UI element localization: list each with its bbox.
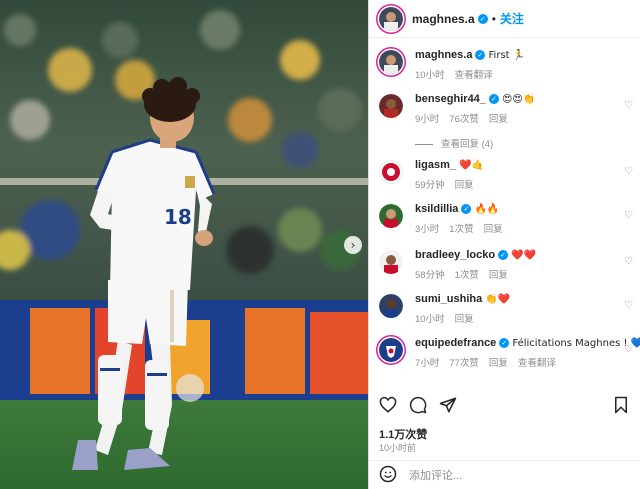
like-heart-icon[interactable] [379, 396, 397, 414]
separator-dot: • [491, 11, 496, 26]
comment-username[interactable]: bradleey_locko [415, 249, 495, 261]
comment-bubble-icon[interactable] [409, 396, 427, 414]
comment-row: ksildillia ✓ 🔥🔥 3小时 1次赞 回复 ♡ [379, 202, 633, 235]
comment-time: 59分钟 [415, 180, 445, 191]
comment-time: 10小时 [415, 314, 445, 325]
save-bookmark-icon[interactable] [612, 396, 630, 417]
avatar[interactable] [379, 294, 403, 318]
reply-button[interactable]: 回复 [489, 270, 508, 281]
comment-time: 58分钟 [415, 270, 445, 281]
reply-button[interactable]: 回复 [455, 314, 474, 325]
post-side-panel: maghnes.a ✓ • 关注 maghnes.a ✓ First 🏃 10小时… [368, 0, 640, 489]
replies-line-icon [415, 143, 433, 145]
see-translation-link[interactable]: 查看翻译 [518, 358, 556, 369]
verified-icon: ✓ [488, 94, 499, 105]
carousel-next-button[interactable]: › [344, 236, 362, 254]
post-photo[interactable]: 18 › [0, 0, 368, 489]
share-paper-plane-icon[interactable] [439, 396, 457, 414]
verified-icon: ✓ [498, 250, 509, 261]
verified-icon: ✓ [477, 13, 488, 24]
view-replies-label: 查看回复 (4) [441, 139, 494, 150]
comment-like-count[interactable]: 1次赞 [455, 270, 479, 281]
reply-button[interactable]: 回复 [484, 224, 503, 235]
avatar[interactable] [379, 94, 403, 118]
post-header: maghnes.a ✓ • 关注 [369, 0, 640, 38]
like-comment-heart-icon[interactable]: ♡ [624, 166, 633, 177]
comment-like-count[interactable]: 1次赞 [449, 224, 473, 235]
reply-button[interactable]: 回复 [455, 180, 474, 191]
comment-like-count[interactable]: 76次赞 [449, 114, 479, 125]
verified-icon: ✓ [461, 204, 472, 215]
comment-like-count[interactable]: 77次赞 [449, 358, 479, 369]
comment-username[interactable]: sumi_ushiha [415, 293, 482, 305]
comment-text: ❤️🤙 [459, 160, 484, 171]
verified-icon: ✓ [499, 338, 510, 349]
comment-text: First 🏃 [488, 50, 526, 61]
comment-row: benseghir44_ ✓ 😍😍👏 9小时 76次赞 回复 ♡ [379, 92, 633, 125]
like-comment-heart-icon[interactable]: ♡ [624, 210, 633, 221]
comment-time: 10小时 [415, 70, 445, 81]
comment-row: equipedefrance ✓ Félicitations Maghnes ! … [379, 336, 640, 369]
svg-text:18: 18 [164, 205, 192, 229]
comment-text: 👏❤️ [485, 294, 511, 305]
view-replies-button[interactable]: 查看回复 (4) [415, 136, 493, 150]
avatar[interactable] [379, 204, 403, 228]
emoji-smiley-icon[interactable] [379, 465, 397, 486]
like-comment-heart-icon[interactable]: ♡ [624, 300, 633, 311]
reply-button[interactable]: 回复 [489, 114, 508, 125]
comment-username[interactable]: ksildillia [415, 203, 458, 215]
verified-icon: ✓ [475, 50, 486, 61]
caption: maghnes.a ✓ First 🏃 10小时 查看翻译 [379, 48, 633, 81]
comment-row: bradleey_locko ✓ ❤️❤️ 58分钟 1次赞 回复 ♡ [379, 248, 633, 281]
add-comment-input[interactable]: 添加评论... [409, 467, 462, 483]
author-username[interactable]: maghnes.a [412, 12, 475, 26]
comment-text: ❤️❤️ [511, 250, 537, 261]
comment-username[interactable]: equipedefrance [415, 337, 496, 349]
avatar[interactable] [379, 160, 403, 184]
football-player-image: 18 [0, 0, 368, 489]
see-translation-link[interactable]: 查看翻译 [455, 70, 493, 81]
comment-username[interactable]: ligasm_ [415, 159, 456, 171]
post-like-count[interactable]: 1.1万次赞 [379, 426, 427, 442]
avatar[interactable] [379, 338, 403, 362]
like-comment-heart-icon[interactable]: ♡ [624, 344, 633, 355]
like-comment-heart-icon[interactable]: ♡ [624, 256, 633, 267]
comment-time: 7小时 [415, 358, 440, 369]
reply-button[interactable]: 回复 [489, 358, 508, 369]
avatar[interactable] [379, 50, 403, 74]
follow-button[interactable]: 关注 [500, 10, 524, 27]
comment-text: 🔥🔥 [474, 204, 500, 215]
add-comment-bar: 添加评论... [369, 460, 640, 489]
comment-username[interactable]: benseghir44_ [415, 93, 486, 105]
author-avatar[interactable] [379, 6, 403, 31]
comment-time: 9小时 [415, 114, 440, 125]
post-timestamp: 10小时前 [379, 443, 417, 453]
comment-time: 3小时 [415, 224, 440, 235]
comment-text: Félicitations Maghnes ! 💙 [512, 338, 640, 349]
comment-username[interactable]: maghnes.a [415, 49, 472, 61]
comment-row: ligasm_ ❤️🤙 59分钟 回复 ♡ [379, 158, 633, 191]
comment-text: 😍😍👏 [501, 94, 536, 105]
avatar[interactable] [379, 250, 403, 274]
comments-list: maghnes.a ✓ First 🏃 10小时 查看翻译 benseghir44_… [369, 38, 640, 388]
like-comment-heart-icon[interactable]: ♡ [624, 100, 633, 111]
post-actions [379, 396, 457, 414]
comment-row: sumi_ushiha 👏❤️ 10小时 回复 ♡ [379, 292, 633, 325]
